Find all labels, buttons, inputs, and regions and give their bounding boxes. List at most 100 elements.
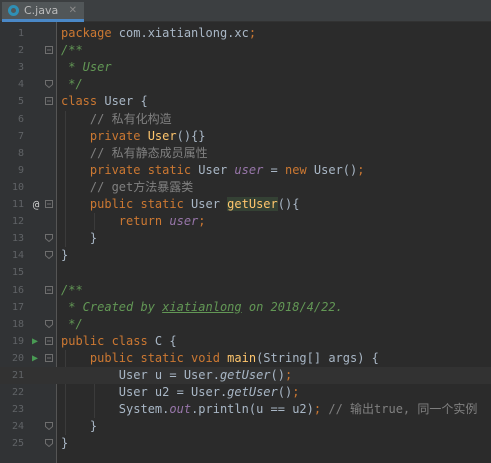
- code-token: public static: [61, 197, 192, 211]
- code-line[interactable]: 9 private static User user = new User();: [0, 162, 491, 179]
- line-number: 3: [17, 62, 24, 74]
- fold-open-icon[interactable]: [45, 336, 53, 345]
- annotation-at-icon[interactable]: @: [30, 196, 42, 213]
- fold-open-icon[interactable]: [45, 285, 53, 294]
- code-text: class User {: [61, 93, 148, 110]
- code-token: */: [61, 77, 83, 92]
- gutter-cell: 17: [0, 299, 56, 316]
- tab-c-java[interactable]: C.java ✕: [2, 2, 84, 22]
- code-line[interactable]: 12 return user;: [0, 213, 491, 230]
- code-line[interactable]: 14}: [0, 247, 491, 264]
- code-text: User u = User.getUser();: [61, 367, 292, 384]
- code-line[interactable]: 22 User u2 = User.getUser();: [0, 384, 491, 401]
- code-text: /**: [61, 282, 83, 299]
- gutter-cell: 16: [0, 282, 56, 299]
- code-token: User: [191, 197, 228, 211]
- code-token: user: [169, 214, 199, 229]
- code-line[interactable]: 6 // 私有化构造: [0, 111, 491, 128]
- code-line[interactable]: 1 package com.xiatianlong.xc;: [0, 25, 491, 42]
- gutter-cell: 12: [0, 213, 56, 230]
- run-icon[interactable]: ▶: [30, 333, 40, 350]
- line-number: 8: [17, 147, 24, 159]
- line-number: 9: [17, 164, 24, 176]
- code-token: =: [263, 162, 285, 177]
- code-token: User {: [97, 94, 148, 109]
- line-number: 10: [11, 181, 24, 193]
- code-line[interactable]: 15: [0, 264, 491, 281]
- run-icon[interactable]: ▶: [30, 350, 40, 367]
- code-text: */: [61, 316, 83, 333]
- fold-close-icon[interactable]: [45, 80, 53, 89]
- code-token: ;: [248, 26, 257, 40]
- code-line[interactable]: 2 /**: [0, 42, 491, 59]
- code-text: // 私有化构造: [61, 111, 172, 128]
- code-text: * User: [61, 59, 112, 76]
- code-token: xiatianlong: [162, 299, 242, 314]
- code-token: class: [61, 94, 98, 109]
- code-line[interactable]: 4 */: [0, 76, 491, 93]
- editor-tab-bar: C.java ✕: [0, 0, 491, 22]
- code-line[interactable]: 13 }: [0, 230, 491, 247]
- code-token: ;: [284, 368, 293, 382]
- gutter-cell: 23: [0, 401, 56, 418]
- code-line[interactable]: 17 * Created by xiatianlong on 2018/4/22…: [0, 299, 491, 316]
- gutter-cell: 15: [0, 264, 56, 281]
- code-token: new: [285, 162, 314, 177]
- fold-close-icon[interactable]: [45, 439, 53, 448]
- code-line[interactable]: 5 class User {: [0, 93, 491, 110]
- code-line[interactable]: 16 /**: [0, 282, 491, 299]
- code-token: */: [61, 316, 83, 331]
- code-token: com.xiatianlong.xc: [111, 26, 249, 40]
- fold-close-icon[interactable]: [45, 319, 53, 328]
- code-token: (){: [277, 197, 300, 211]
- fold-close-icon[interactable]: [45, 234, 53, 243]
- line-number: 16: [11, 284, 24, 296]
- code-line[interactable]: 8 // 私有静态成员属性: [0, 145, 491, 162]
- gutter-cell: 18: [0, 316, 56, 333]
- code-line[interactable]: 7 private User(){}: [0, 128, 491, 145]
- code-token: User u2 = User.: [61, 385, 228, 400]
- fold-close-icon[interactable]: [45, 251, 53, 260]
- line-number: 11: [11, 199, 24, 210]
- code-line[interactable]: 11 @ public static User getUser(){: [0, 196, 491, 213]
- line-number: 4: [17, 79, 24, 91]
- code-line[interactable]: 21 User u = User.getUser();: [0, 367, 491, 384]
- line-number: 1: [17, 28, 24, 39]
- code-token: return: [61, 214, 170, 229]
- code-token: * Created by: [61, 299, 163, 314]
- code-text: package com.xiatianlong.xc;: [61, 25, 256, 42]
- line-number: 22: [11, 387, 24, 399]
- code-text: }: [61, 435, 68, 452]
- code-text: public static void main(String[] args) {: [61, 350, 379, 367]
- line-number: 21: [11, 370, 24, 381]
- code-line[interactable]: 24 }: [0, 418, 491, 435]
- code-line[interactable]: 10 // get方法暴露类: [0, 179, 491, 196]
- fold-open-icon[interactable]: [45, 97, 53, 106]
- code-line[interactable]: 23 System.out.println(u == u2); // 输出tru…: [0, 401, 491, 418]
- gutter-cell: 5: [0, 93, 56, 110]
- code-token: (): [277, 385, 293, 400]
- gutter-cell: 1: [0, 25, 56, 42]
- fold-open-icon[interactable]: [45, 353, 53, 362]
- code-token: * User: [61, 60, 112, 75]
- fold-open-icon[interactable]: [45, 46, 53, 55]
- close-icon[interactable]: ✕: [69, 5, 77, 16]
- code-token: (){}: [176, 128, 206, 143]
- code-text: private static User user = new User();: [61, 162, 365, 179]
- code-text: * Created by xiatianlong on 2018/4/22.: [61, 299, 343, 316]
- code-token: User: [147, 128, 177, 143]
- code-line[interactable]: 18 */: [0, 316, 491, 333]
- code-line[interactable]: 19 ▶ public class C {: [0, 333, 491, 350]
- gutter-cell: 19 ▶: [0, 333, 56, 350]
- code-token: out: [169, 402, 192, 417]
- fold-open-icon[interactable]: [45, 200, 53, 208]
- code-line[interactable]: 25}: [0, 435, 491, 452]
- code-token: }: [61, 248, 69, 263]
- code-token: getUser: [227, 197, 278, 211]
- code-line[interactable]: 20 ▶ public static void main(String[] arg…: [0, 350, 491, 367]
- code-line[interactable]: 3 * User: [0, 59, 491, 76]
- line-number: 18: [11, 318, 24, 330]
- gutter-cell: 10: [0, 179, 56, 196]
- fold-close-icon[interactable]: [45, 422, 53, 431]
- gutter-cell: 25: [0, 435, 56, 452]
